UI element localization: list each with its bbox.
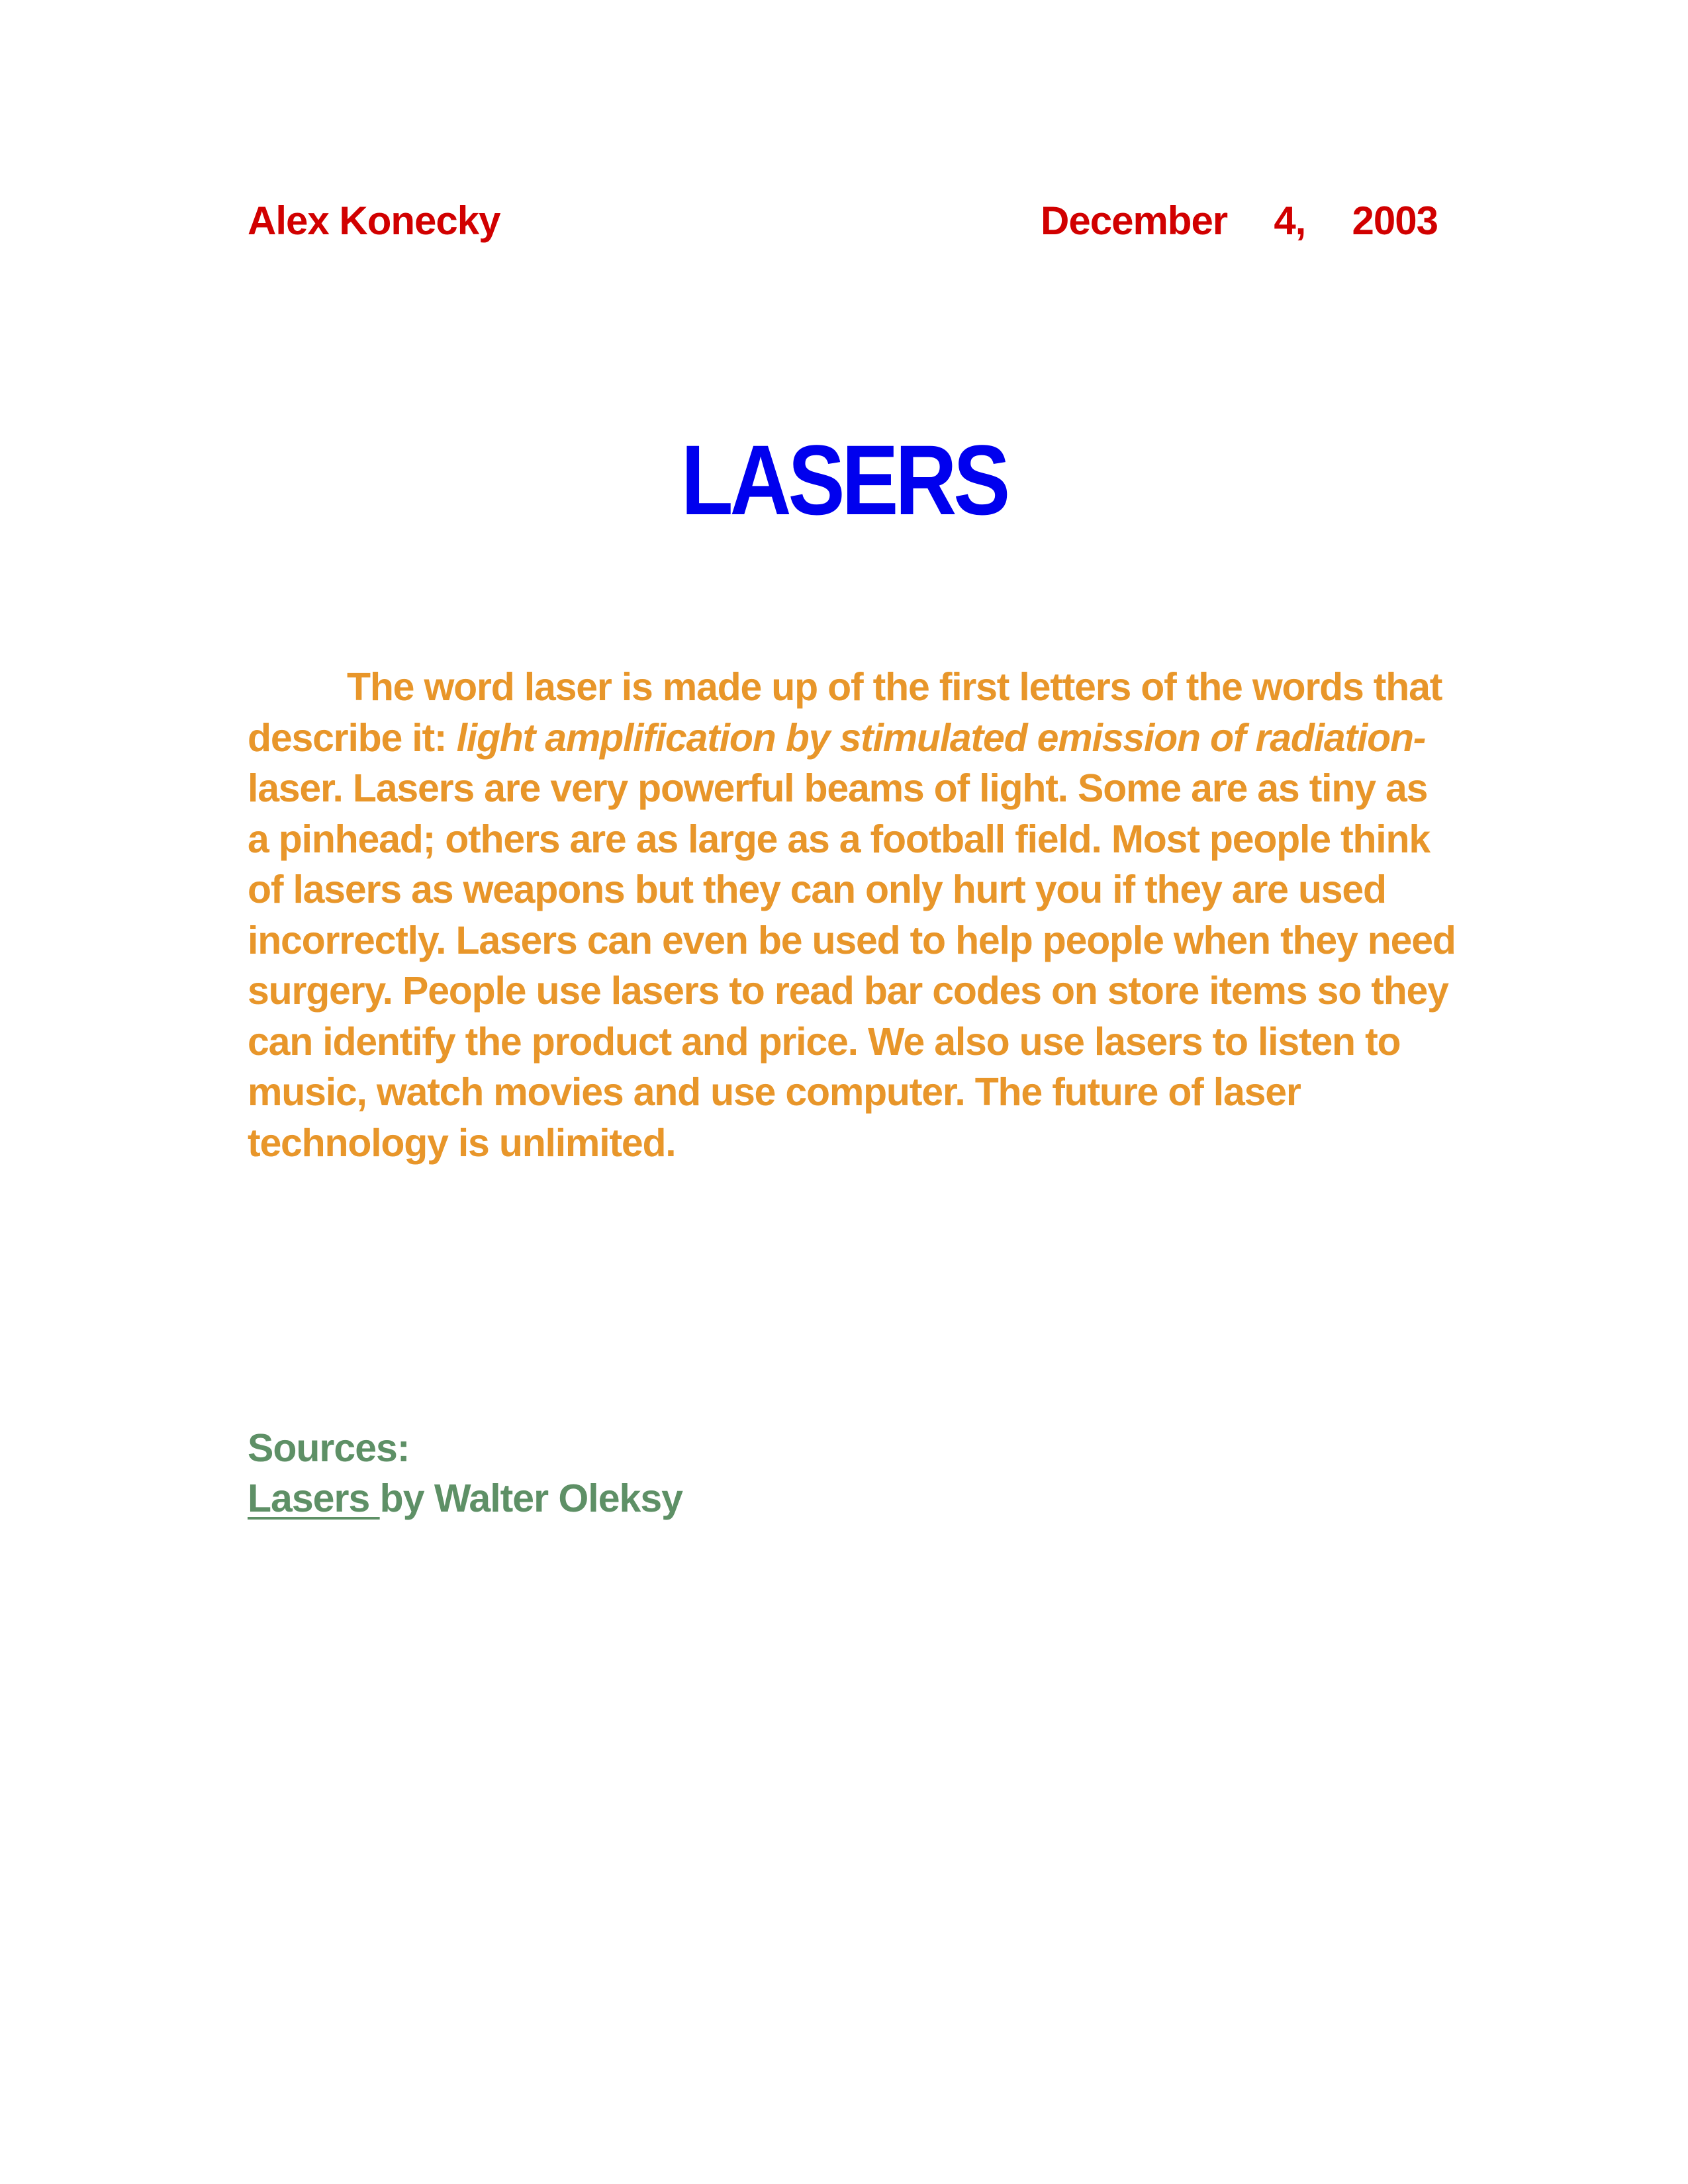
laser-acronym-definition: light amplification by stimulated emissi… — [456, 715, 1427, 760]
date: December 4, 2003 — [1041, 197, 1438, 245]
body-line: music, watch movies and use computer. Th… — [248, 1070, 1301, 1114]
date-day: 4, — [1274, 199, 1306, 243]
sources-section: Sources: Lasers by Walter Oleksy — [248, 1423, 683, 1524]
source-book-author: by Walter Oleksy — [379, 1477, 683, 1520]
body-line-text: The word laser is made up of the first l… — [347, 665, 1442, 709]
source-citation: Lasers by Walter Oleksy — [248, 1473, 683, 1524]
body-line-text: describe it: — [248, 715, 457, 760]
page-title: LASERS — [680, 424, 1010, 535]
source-book-title: Lasers — [248, 1477, 380, 1520]
author-name: Alex Konecky — [248, 199, 501, 243]
body-line: laser. Lasers are very powerful beams of… — [248, 766, 1428, 810]
date-month: December — [1041, 199, 1228, 243]
date-year: 2003 — [1352, 199, 1438, 243]
body-paragraph: The word laser is made up of the first l… — [248, 662, 1456, 1168]
body-line: of lasers as weapons but they can only h… — [248, 868, 1387, 911]
body-line: surgery. People use lasers to read bar c… — [248, 969, 1449, 1013]
body-line: can identify the product and price. We a… — [248, 1019, 1401, 1064]
body-line: The word laser is made up of the first l… — [248, 662, 1446, 713]
sources-heading: Sources: — [248, 1426, 410, 1470]
body-line: incorrectly. Lasers can even be used to … — [248, 918, 1456, 962]
body-line: describe it: light amplification by stim… — [248, 713, 1446, 764]
body-line: technology is unlimited. — [248, 1120, 677, 1165]
body-line: a pinhead; others are as large as a foot… — [248, 817, 1430, 861]
